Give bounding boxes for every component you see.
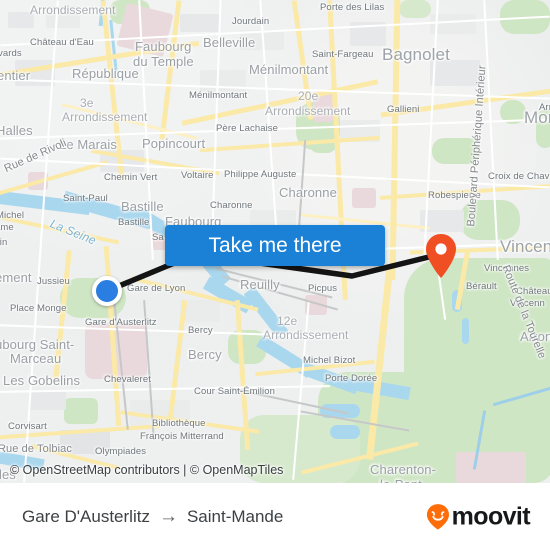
attribution-text: © OpenStreetMap contributors | © OpenMap… <box>10 463 284 477</box>
route-origin-label: Gare D'Austerlitz <box>22 506 150 526</box>
origin-marker[interactable] <box>92 276 122 306</box>
map-attribution[interactable]: © OpenStreetMap contributors | © OpenMap… <box>10 463 283 477</box>
route-destination-label: Saint-Mande <box>186 506 284 526</box>
map-pin-icon <box>426 234 456 278</box>
take-me-there-button[interactable]: Take me there <box>165 225 385 266</box>
destination-marker[interactable] <box>424 233 458 279</box>
map-canvas[interactable]: Arrondissement Jourdain Porte des Lilas Bel… <box>0 0 550 483</box>
footer-bar: Gare D'Austerlitz → Saint-Mande moovit <box>0 483 550 550</box>
take-me-there-label: Take me there <box>208 233 342 257</box>
arrow-right-icon: → <box>158 506 178 527</box>
moovit-pin-icon <box>426 504 449 530</box>
moovit-map-screen: Arrondissement Jourdain Porte des Lilas Bel… <box>0 0 550 550</box>
route-summary: Gare D'Austerlitz → Saint-Mande <box>22 507 283 527</box>
moovit-wordmark: moovit <box>451 502 531 530</box>
moovit-logo[interactable]: moovit <box>426 502 531 531</box>
